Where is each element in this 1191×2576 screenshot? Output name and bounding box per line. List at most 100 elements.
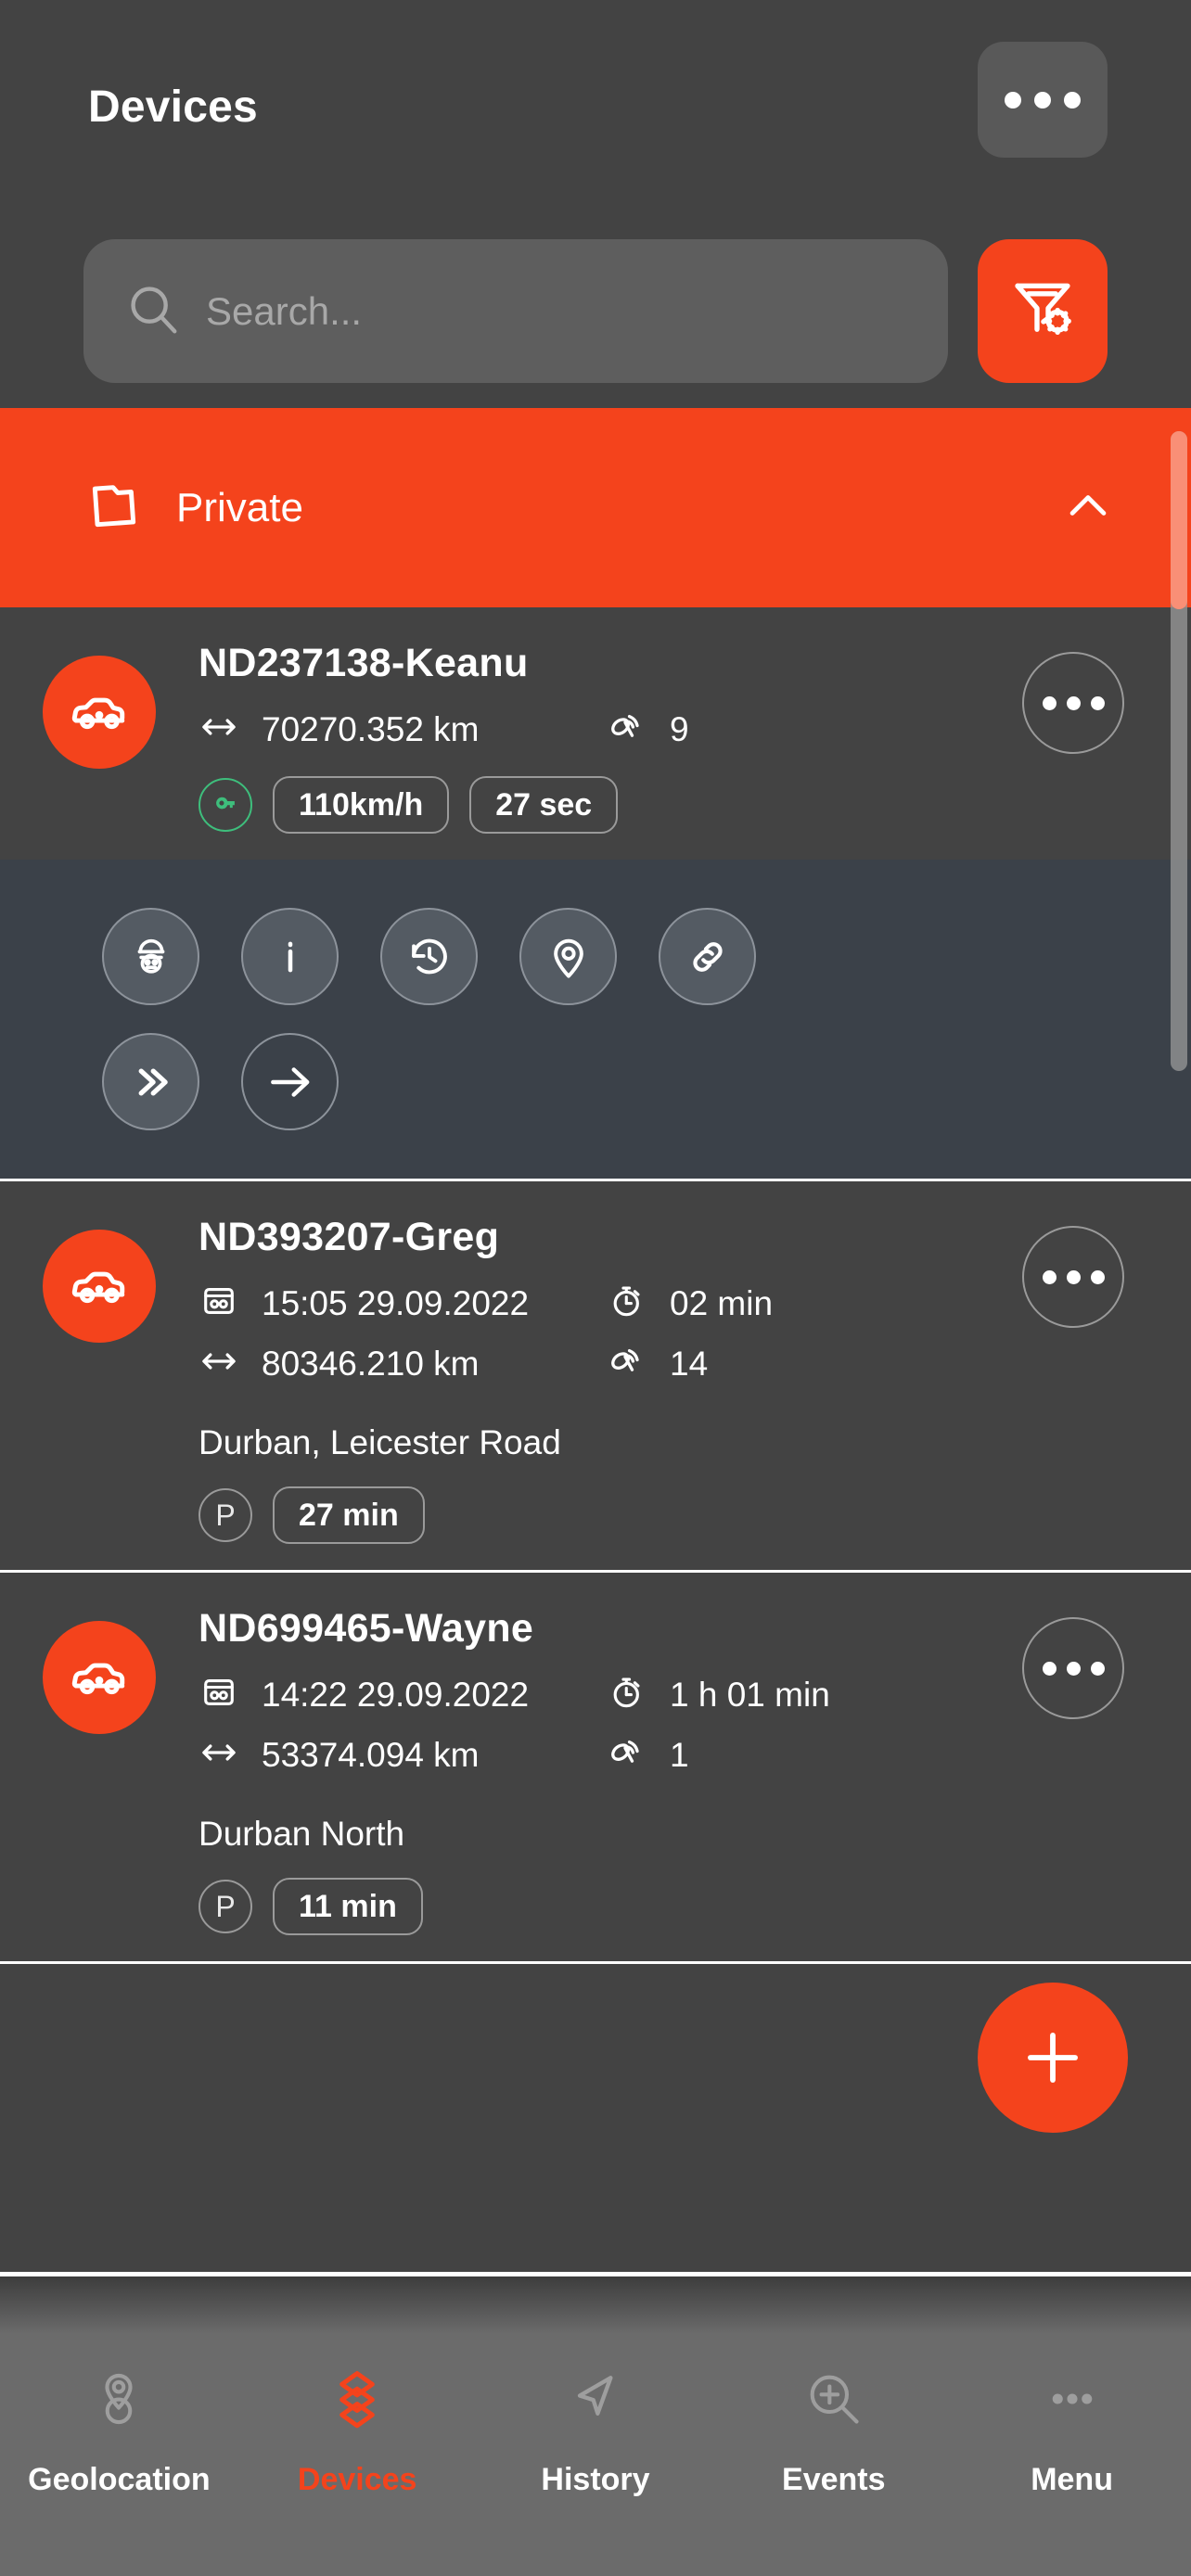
app-header: Devices Search...	[0, 0, 1191, 408]
device-overflow-menu-button[interactable]	[1022, 1226, 1124, 1328]
device-card[interactable]: ND699465-Wayne 14:22 29.09.2022 1 h 01 m…	[0, 1573, 1191, 1964]
key-icon	[216, 797, 235, 810]
stat-satellites-value: 1	[670, 1735, 689, 1774]
device-actions-row-1	[102, 908, 1191, 1005]
search-icon	[124, 280, 182, 342]
search-row: Search...	[0, 239, 1191, 388]
car-icon	[71, 697, 125, 730]
device-name: ND237138-Keanu	[198, 641, 529, 685]
device-actions-panel	[0, 860, 1191, 1179]
device-badges: P 11 min	[198, 1878, 1172, 1935]
stat-distance: 80346.210 km	[198, 1341, 607, 1386]
speed-badge: 110km/h	[273, 776, 450, 834]
nav-label-events: Events	[782, 2462, 886, 2497]
more-horizontal-icon	[1066, 695, 1081, 710]
nav-label-history: History	[541, 2462, 650, 2497]
plus-icon	[1028, 2033, 1078, 2083]
folder-left: Private	[85, 477, 303, 539]
odometer-icon	[198, 1281, 239, 1326]
car-icon	[71, 1663, 125, 1695]
bottom-navigation: Geolocation Devices History Events Menu	[0, 2272, 1191, 2576]
device-summary[interactable]: ND393207-Greg 15:05 29.09.2022 02 min 80…	[0, 1181, 1191, 1570]
nav-item-devices[interactable]: Devices	[238, 2276, 477, 2576]
nav-item-history[interactable]: History	[477, 2276, 715, 2576]
device-summary[interactable]: ND699465-Wayne 14:22 29.09.2022 1 h 01 m…	[0, 1573, 1191, 1961]
device-badges: P 27 min	[198, 1486, 1172, 1544]
device-list: ND237138-Keanu 70270.352 km 9 110km/h 27…	[0, 607, 1191, 1964]
device-badges: 110km/h 27 sec	[198, 776, 1172, 834]
add-device-fab[interactable]	[978, 1983, 1128, 2133]
parking-badge: P	[198, 1880, 252, 1933]
history-icon	[411, 938, 447, 974]
action-history-button[interactable]	[380, 908, 478, 1005]
more-horizontal-icon	[1090, 1269, 1105, 1284]
search-placeholder-text: Search...	[206, 288, 363, 333]
device-name: ND393207-Greg	[198, 1215, 500, 1259]
stat-lastupdate: 14:22 29.09.2022	[198, 1672, 607, 1717]
folder-row-private[interactable]: Private	[0, 408, 1191, 607]
device-card[interactable]: ND237138-Keanu 70270.352 km 9 110km/h 27…	[0, 607, 1191, 1181]
action-info-button[interactable]	[241, 908, 339, 1005]
satellite-icon	[607, 707, 647, 752]
folder-label: Private	[176, 484, 303, 530]
stat-satellites-value: 9	[670, 709, 689, 748]
parking-duration-badge: 11 min	[273, 1878, 423, 1935]
avatar-column	[0, 1215, 198, 1544]
nav-label-geolocation: Geolocation	[28, 2462, 211, 2497]
more-horizontal-icon	[1090, 695, 1105, 710]
ignition-badge	[198, 778, 252, 832]
action-driver-button[interactable]	[102, 908, 199, 1005]
satellite-icon	[607, 1732, 647, 1778]
stat-lastupdate-value: 15:05 29.09.2022	[262, 1283, 530, 1322]
action-location-button[interactable]	[519, 908, 617, 1005]
device-overflow-menu-button[interactable]	[1022, 1617, 1124, 1719]
page-title: Devices	[88, 83, 258, 132]
stat-satellites: 14	[607, 1341, 1172, 1386]
device-address: Durban North	[198, 1815, 405, 1853]
more-horizontal-icon	[1034, 91, 1051, 108]
action-link-button[interactable]	[659, 908, 756, 1005]
zoom-in-icon	[801, 2362, 866, 2436]
stat-distance-value: 80346.210 km	[262, 1344, 480, 1383]
stat-lastupdate: 15:05 29.09.2022	[198, 1281, 607, 1326]
more-horizontal-icon	[1042, 1269, 1057, 1284]
avatar	[43, 1230, 156, 1343]
chevron-up-icon[interactable]	[1061, 478, 1115, 537]
header-overflow-menu-button[interactable]	[978, 42, 1108, 158]
nav-item-menu[interactable]: Menu	[953, 2276, 1191, 2576]
avatar	[43, 1621, 156, 1734]
stat-distance: 53374.094 km	[198, 1732, 607, 1778]
info-icon	[288, 941, 292, 972]
device-overflow-menu-button[interactable]	[1022, 652, 1124, 754]
odometer-icon	[198, 1672, 239, 1717]
search-input[interactable]: Search...	[83, 239, 948, 383]
avatar-column	[0, 641, 198, 834]
nav-item-geolocation[interactable]: Geolocation	[0, 2276, 238, 2576]
filter-settings-button[interactable]	[978, 239, 1108, 383]
map-pin-icon	[86, 2362, 151, 2436]
avatar-column	[0, 1606, 198, 1935]
avatar	[43, 656, 156, 769]
more-horizontal-icon	[1066, 1269, 1081, 1284]
device-summary[interactable]: ND237138-Keanu 70270.352 km 9 110km/h 27…	[0, 607, 1191, 860]
folder-icon	[85, 477, 143, 539]
stopwatch-icon	[607, 1672, 647, 1717]
parking-badge: P	[198, 1488, 252, 1542]
nav-item-events[interactable]: Events	[714, 2276, 953, 2576]
car-icon	[71, 1271, 125, 1304]
distance-icon	[198, 1732, 239, 1778]
nav-label-menu: Menu	[1031, 2462, 1113, 2497]
stat-distance-value: 53374.094 km	[262, 1735, 480, 1774]
layers-icon	[325, 2362, 390, 2436]
stat-distance: 70270.352 km	[198, 707, 607, 752]
stat-engine-time-value: 1 h 01 min	[670, 1675, 830, 1714]
action-forward-button[interactable]	[102, 1033, 199, 1130]
device-card[interactable]: ND393207-Greg 15:05 29.09.2022 02 min 80…	[0, 1181, 1191, 1573]
device-address: Durban, Leicester Road	[198, 1423, 561, 1461]
navigation-arrow-icon	[563, 2362, 628, 2436]
list-scrollbar-thumb-top[interactable]	[1171, 431, 1187, 609]
location-pin-icon	[553, 938, 583, 978]
stopwatch-icon	[607, 1281, 647, 1326]
action-navigate-button[interactable]	[241, 1033, 339, 1130]
satellite-icon	[607, 1341, 647, 1386]
